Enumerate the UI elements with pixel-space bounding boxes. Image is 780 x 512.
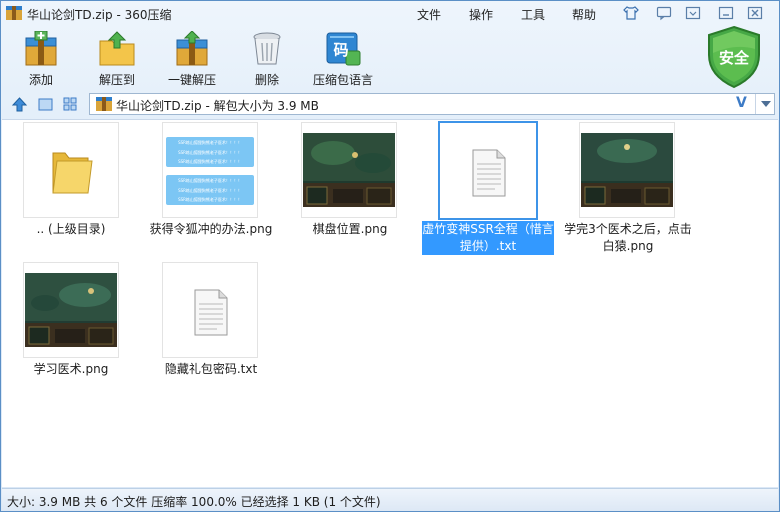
file-name: 学习医术.png — [33, 362, 109, 376]
text-file-icon — [194, 289, 228, 336]
extract-to-label: 解压到 — [98, 73, 135, 87]
file-thumbnail — [579, 122, 675, 218]
file-thumbnail — [438, 121, 538, 220]
chat-line: SSR练山狐狸狗熊老子医术！！！！ — [178, 188, 242, 193]
zip-language-label: 压缩包语言 — [312, 73, 373, 87]
chat-line: SSR练山狐狸狗熊老子医术！！！！ — [178, 197, 242, 202]
title-bar[interactable]: 华山论剑TD.zip - 360压缩 文件 操作 工具 帮助 — [1, 1, 779, 25]
chat-line: SSR练山狐狸狗熊老子医术！！！！ — [178, 178, 242, 183]
one-click-extract-icon — [176, 31, 208, 66]
menu-dropdown-icon[interactable] — [685, 5, 701, 21]
game-screenshot-image — [25, 273, 117, 347]
window-title: 华山论剑TD.zip - 360压缩 — [27, 8, 172, 22]
file-thumbnail: SSR练山狐狸狗熊老子医术！！！！ SSR练山狐狸狗熊老子医术！！！！ SSR练… — [162, 122, 258, 218]
delete-label: 删除 — [254, 73, 279, 87]
delete-button[interactable]: 删除 — [239, 31, 295, 87]
folder-icon — [52, 152, 93, 194]
feedback-message-icon[interactable] — [656, 5, 672, 21]
game-screenshot-image — [581, 133, 673, 207]
up-arrow-icon[interactable] — [11, 96, 28, 113]
address-path: 华山论剑TD.zip - 解包大小为 3.9 MB — [116, 99, 319, 113]
file-name: 棋盘位置.png — [312, 222, 388, 236]
file-name: 学完3个医术之后，点击白猿.png — [564, 222, 692, 253]
minimize-icon[interactable] — [718, 5, 734, 21]
file-name: 隐藏礼包密码.txt — [164, 362, 258, 376]
file-thumbnail — [23, 262, 119, 358]
file-name: 获得令狐冲的办法.png — [149, 222, 273, 236]
menu-help[interactable]: 帮助 — [572, 6, 596, 23]
address-v-button[interactable]: V — [736, 95, 747, 111]
security-shield-badge[interactable]: 安全 — [705, 25, 763, 89]
chat-bubble: SSR练山狐狸狗熊老子医术！！！！ SSR练山狐狸狗熊老子医术！！！！ SSR练… — [166, 137, 254, 167]
svg-text:码: 码 — [333, 41, 348, 59]
extract-to-button[interactable]: 解压到 — [89, 31, 145, 87]
file-name: .. (上级目录) — [36, 222, 106, 236]
chat-line: SSR练山狐狸狗熊老子医术！！！！ — [178, 150, 242, 155]
large-icons-view-icon[interactable] — [37, 96, 54, 113]
one-click-extract-button[interactable]: 一键解压 — [164, 31, 220, 87]
file-thumbnail — [162, 262, 258, 358]
zip-language-button[interactable]: 码 压缩包语言 — [311, 31, 375, 87]
archive-app-icon — [6, 6, 22, 20]
trash-can-icon — [253, 32, 281, 65]
zip-language-icon: 码 — [326, 32, 361, 66]
game-screenshot-image — [303, 133, 395, 207]
chevron-down-icon — [761, 101, 771, 107]
security-badge-label: 安全 — [718, 49, 749, 67]
chat-line: SSR练山狐狸狗熊老子医术！！！！ — [178, 159, 242, 164]
skin-shirt-icon[interactable] — [623, 5, 639, 21]
file-thumbnail — [23, 122, 119, 218]
add-label: 添加 — [28, 73, 53, 87]
menu-tools[interactable]: 工具 — [521, 6, 545, 23]
close-icon[interactable] — [747, 5, 763, 21]
file-list-pane[interactable]: .. (上级目录) SSR练山狐狸狗熊老子医术！！！！ SSR练山狐狸狗熊老子医… — [2, 119, 778, 487]
add-button[interactable]: 添加 — [13, 31, 69, 87]
address-bar[interactable]: 华山论剑TD.zip - 解包大小为 3.9 MB V — [89, 93, 775, 115]
text-file-icon — [472, 149, 506, 197]
file-name: 虚竹变神SSR全程（惜言提供）.txt — [422, 221, 554, 255]
chat-line: SSR练山狐狸狗熊老子医术！！！！ — [178, 140, 242, 145]
file-thumbnail — [301, 122, 397, 218]
status-bar: 大小: 3.9 MB 共 6 个文件 压缩率 100.0% 已经选择 1 KB … — [2, 488, 778, 511]
one-click-extract-label: 一键解压 — [167, 73, 216, 87]
address-dropdown-button[interactable] — [755, 94, 775, 114]
extract-folder-icon — [99, 31, 135, 66]
app-window: 华山论剑TD.zip - 360压缩 文件 操作 工具 帮助 添加 解压到 一键… — [0, 0, 780, 512]
menu-operations[interactable]: 操作 — [469, 6, 493, 23]
zip-file-icon — [96, 97, 112, 111]
chat-bubble: SSR练山狐狸狗熊老子医术！！！！ SSR练山狐狸狗熊老子医术！！！！ SSR练… — [166, 175, 254, 205]
status-text: 大小: 3.9 MB 共 6 个文件 压缩率 100.0% 已经选择 1 KB … — [7, 495, 381, 509]
details-view-icon[interactable] — [62, 96, 79, 113]
menu-file[interactable]: 文件 — [417, 6, 441, 23]
add-archive-icon — [25, 31, 57, 66]
